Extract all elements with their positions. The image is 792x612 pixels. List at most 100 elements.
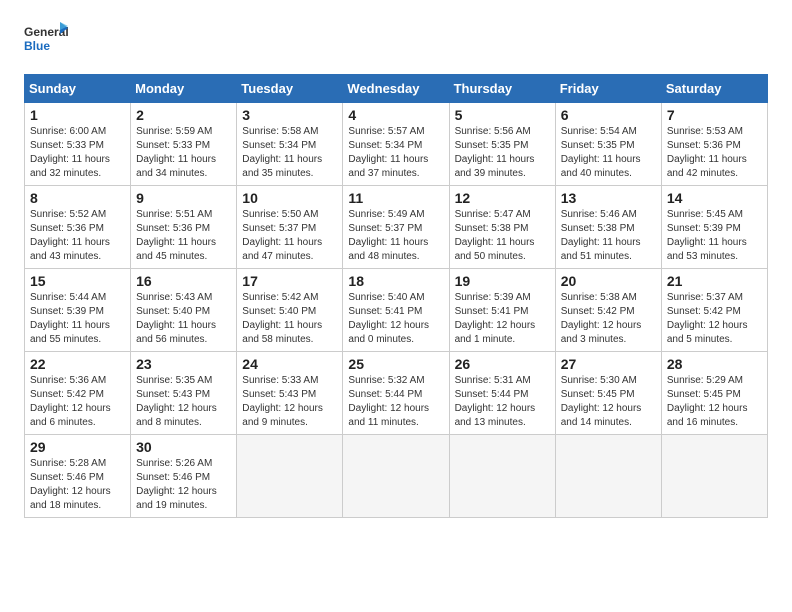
- calendar-cell: [343, 435, 449, 518]
- day-info: Sunrise: 5:49 AM Sunset: 5:37 PM Dayligh…: [348, 208, 443, 264]
- calendar-cell: 2Sunrise: 5:59 AM Sunset: 5:33 PM Daylig…: [131, 103, 237, 186]
- day-info: Sunrise: 5:29 AM Sunset: 5:45 PM Dayligh…: [667, 374, 762, 430]
- calendar-header: SundayMondayTuesdayWednesdayThursdayFrid…: [25, 75, 768, 103]
- calendar-cell: 21 Sunrise: 5:37 AM Sunset: 5:42 PM Dayli…: [661, 269, 767, 352]
- day-number: 20: [561, 273, 656, 289]
- day-info: Sunrise: 5:44 AM Sunset: 5:39 PM Dayligh…: [30, 291, 125, 347]
- calendar-cell: [237, 435, 343, 518]
- calendar-body: 1 Sunrise: 6:00 AM Sunset: 5:33 PM Daylig…: [25, 103, 768, 518]
- calendar-cell: 19Sunrise: 5:39 AM Sunset: 5:41 PM Dayli…: [449, 269, 555, 352]
- day-number: 29: [30, 439, 125, 455]
- calendar-cell: 17 Sunrise: 5:42 AM Sunset: 5:40 PM Dayli…: [237, 269, 343, 352]
- calendar-week-5: 29 Sunrise: 5:28 AM Sunset: 5:46 PM Dayli…: [25, 435, 768, 518]
- day-number: 5: [455, 107, 550, 123]
- day-number: 23: [136, 356, 231, 372]
- day-number: 10: [242, 190, 337, 206]
- calendar-cell: 16 Sunrise: 5:43 AM Sunset: 5:40 PM Dayli…: [131, 269, 237, 352]
- col-header-sunday: Sunday: [25, 75, 131, 103]
- day-info: Sunrise: 5:43 AM Sunset: 5:40 PM Dayligh…: [136, 291, 231, 347]
- day-info: Sunrise: 5:31 AM Sunset: 5:44 PM Dayligh…: [455, 374, 550, 430]
- calendar-cell: 12 Sunrise: 5:47 AM Sunset: 5:38 PM Dayli…: [449, 186, 555, 269]
- calendar-cell: 14 Sunrise: 5:45 AM Sunset: 5:39 PM Dayli…: [661, 186, 767, 269]
- day-number: 27: [561, 356, 656, 372]
- day-number: 18: [348, 273, 443, 289]
- day-number: 17: [242, 273, 337, 289]
- logo: General Blue: [24, 20, 68, 64]
- day-info: Sunrise: 5:47 AM Sunset: 5:38 PM Dayligh…: [455, 208, 550, 264]
- day-number: 19: [455, 273, 550, 289]
- day-info: Sunrise: 5:54 AM Sunset: 5:35 PM Dayligh…: [561, 125, 656, 181]
- calendar-cell: 23 Sunrise: 5:35 AM Sunset: 5:43 PM Dayli…: [131, 352, 237, 435]
- day-info: Sunrise: 5:37 AM Sunset: 5:42 PM Dayligh…: [667, 291, 762, 347]
- day-info: Sunrise: 6:00 AM Sunset: 5:33 PM Dayligh…: [30, 125, 125, 181]
- calendar-cell: 30 Sunrise: 5:26 AM Sunset: 5:46 PM Dayli…: [131, 435, 237, 518]
- calendar-cell: [555, 435, 661, 518]
- day-info: Sunrise: 5:51 AM Sunset: 5:36 PM Dayligh…: [136, 208, 231, 264]
- calendar-cell: 5 Sunrise: 5:56 AM Sunset: 5:35 PM Daylig…: [449, 103, 555, 186]
- calendar-cell: 22Sunrise: 5:36 AM Sunset: 5:42 PM Dayli…: [25, 352, 131, 435]
- logo-svg: General Blue: [24, 20, 68, 64]
- day-number: 2: [136, 107, 231, 123]
- day-info: Sunrise: 5:46 AM Sunset: 5:38 PM Dayligh…: [561, 208, 656, 264]
- day-info: Sunrise: 5:53 AM Sunset: 5:36 PM Dayligh…: [667, 125, 762, 181]
- calendar-cell: 15 Sunrise: 5:44 AM Sunset: 5:39 PM Dayli…: [25, 269, 131, 352]
- calendar-cell: 3Sunrise: 5:58 AM Sunset: 5:34 PM Daylig…: [237, 103, 343, 186]
- calendar-week-3: 15 Sunrise: 5:44 AM Sunset: 5:39 PM Dayli…: [25, 269, 768, 352]
- day-info: Sunrise: 5:56 AM Sunset: 5:35 PM Dayligh…: [455, 125, 550, 181]
- day-number: 13: [561, 190, 656, 206]
- day-info: Sunrise: 5:26 AM Sunset: 5:46 PM Dayligh…: [136, 457, 231, 513]
- day-info: Sunrise: 5:45 AM Sunset: 5:39 PM Dayligh…: [667, 208, 762, 264]
- day-info: Sunrise: 5:35 AM Sunset: 5:43 PM Dayligh…: [136, 374, 231, 430]
- day-number: 15: [30, 273, 125, 289]
- calendar-week-1: 1 Sunrise: 6:00 AM Sunset: 5:33 PM Daylig…: [25, 103, 768, 186]
- day-number: 24: [242, 356, 337, 372]
- day-number: 7: [667, 107, 762, 123]
- calendar-cell: 6Sunrise: 5:54 AM Sunset: 5:35 PM Daylig…: [555, 103, 661, 186]
- day-info: Sunrise: 5:42 AM Sunset: 5:40 PM Dayligh…: [242, 291, 337, 347]
- day-number: 25: [348, 356, 443, 372]
- calendar-cell: 24 Sunrise: 5:33 AM Sunset: 5:43 PM Dayli…: [237, 352, 343, 435]
- day-info: Sunrise: 5:40 AM Sunset: 5:41 PM Dayligh…: [348, 291, 443, 347]
- calendar-cell: 29 Sunrise: 5:28 AM Sunset: 5:46 PM Dayli…: [25, 435, 131, 518]
- calendar-cell: 28 Sunrise: 5:29 AM Sunset: 5:45 PM Dayli…: [661, 352, 767, 435]
- calendar-cell: 18 Sunrise: 5:40 AM Sunset: 5:41 PM Dayli…: [343, 269, 449, 352]
- col-header-tuesday: Tuesday: [237, 75, 343, 103]
- day-number: 9: [136, 190, 231, 206]
- day-number: 12: [455, 190, 550, 206]
- day-number: 8: [30, 190, 125, 206]
- calendar-cell: 25 Sunrise: 5:32 AM Sunset: 5:44 PM Dayli…: [343, 352, 449, 435]
- calendar-cell: [449, 435, 555, 518]
- day-number: 4: [348, 107, 443, 123]
- svg-text:Blue: Blue: [24, 39, 50, 53]
- calendar-cell: 10 Sunrise: 5:50 AM Sunset: 5:37 PM Dayli…: [237, 186, 343, 269]
- day-number: 21: [667, 273, 762, 289]
- day-info: Sunrise: 5:52 AM Sunset: 5:36 PM Dayligh…: [30, 208, 125, 264]
- header: General Blue: [24, 20, 768, 64]
- day-number: 1: [30, 107, 125, 123]
- calendar-cell: 27 Sunrise: 5:30 AM Sunset: 5:45 PM Dayli…: [555, 352, 661, 435]
- calendar-cell: 20Sunrise: 5:38 AM Sunset: 5:42 PM Dayli…: [555, 269, 661, 352]
- col-header-monday: Monday: [131, 75, 237, 103]
- col-header-saturday: Saturday: [661, 75, 767, 103]
- day-info: Sunrise: 5:28 AM Sunset: 5:46 PM Dayligh…: [30, 457, 125, 513]
- calendar-cell: 11 Sunrise: 5:49 AM Sunset: 5:37 PM Dayli…: [343, 186, 449, 269]
- day-info: Sunrise: 5:50 AM Sunset: 5:37 PM Dayligh…: [242, 208, 337, 264]
- day-number: 11: [348, 190, 443, 206]
- day-info: Sunrise: 5:32 AM Sunset: 5:44 PM Dayligh…: [348, 374, 443, 430]
- calendar-table: SundayMondayTuesdayWednesdayThursdayFrid…: [24, 74, 768, 518]
- calendar-cell: [661, 435, 767, 518]
- col-header-friday: Friday: [555, 75, 661, 103]
- day-info: Sunrise: 5:30 AM Sunset: 5:45 PM Dayligh…: [561, 374, 656, 430]
- day-number: 14: [667, 190, 762, 206]
- day-info: Sunrise: 5:57 AM Sunset: 5:34 PM Dayligh…: [348, 125, 443, 181]
- day-number: 28: [667, 356, 762, 372]
- day-number: 26: [455, 356, 550, 372]
- day-number: 30: [136, 439, 231, 455]
- calendar-cell: 8 Sunrise: 5:52 AM Sunset: 5:36 PM Daylig…: [25, 186, 131, 269]
- day-info: Sunrise: 5:33 AM Sunset: 5:43 PM Dayligh…: [242, 374, 337, 430]
- day-number: 16: [136, 273, 231, 289]
- calendar-week-4: 22Sunrise: 5:36 AM Sunset: 5:42 PM Dayli…: [25, 352, 768, 435]
- calendar-week-2: 8 Sunrise: 5:52 AM Sunset: 5:36 PM Daylig…: [25, 186, 768, 269]
- calendar-cell: 7 Sunrise: 5:53 AM Sunset: 5:36 PM Daylig…: [661, 103, 767, 186]
- calendar-cell: 9 Sunrise: 5:51 AM Sunset: 5:36 PM Daylig…: [131, 186, 237, 269]
